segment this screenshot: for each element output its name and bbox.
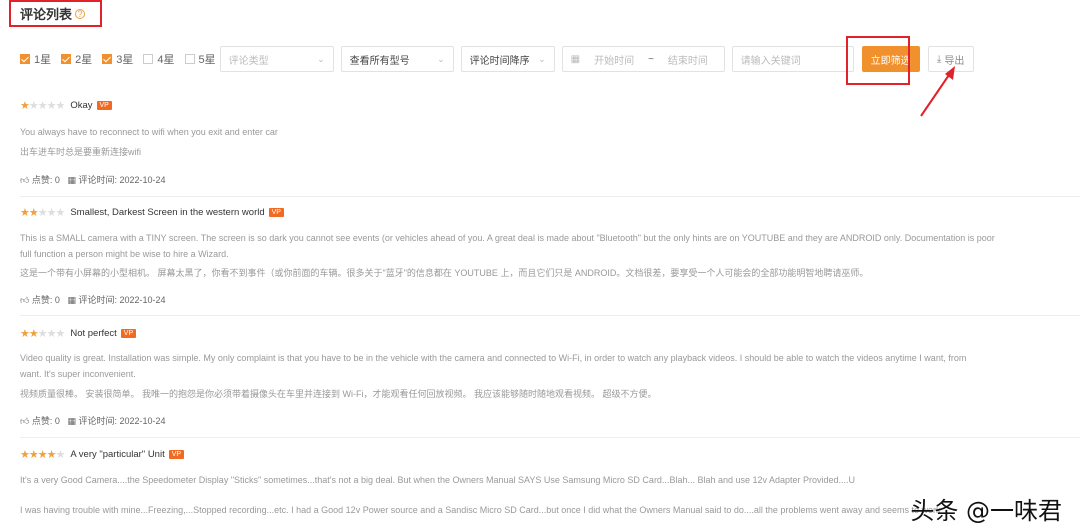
sort-select[interactable]: 评论时间降序 ⌄ xyxy=(460,46,555,72)
star-icon: ★★★ xyxy=(37,327,66,340)
review-text: full function a person might be wise to … xyxy=(20,249,229,259)
checkbox-icon xyxy=(20,54,30,64)
likes: 点赞: 0 xyxy=(31,175,60,185)
like-icon[interactable]: 👍︎ xyxy=(20,295,29,305)
checkbox-icon xyxy=(184,54,195,64)
label: 3星 xyxy=(116,54,134,66)
label: 5星 xyxy=(198,54,216,66)
vp-badge: VP xyxy=(268,207,284,217)
review-title: A very "particular" Unit xyxy=(70,448,165,460)
end-date[interactable]: 结束时间 xyxy=(668,52,708,67)
date-separator: ~ xyxy=(648,53,654,65)
star-icon: ★★★ xyxy=(37,206,66,219)
review-item: ★ ★★★★ Okay VP You always have to reconnect… xyxy=(20,99,1080,189)
chevron-down-icon: ⌄ xyxy=(317,53,325,64)
vp-badge: VP xyxy=(96,100,112,110)
likes: 点赞: 0 xyxy=(31,416,60,426)
star-filter-3[interactable]: 3星 xyxy=(102,51,133,67)
date-range-picker[interactable]: ▦ 开始时间 ~ 结束时间 xyxy=(561,46,725,72)
vp-badge: VP xyxy=(120,328,137,338)
review-text: This is a SMALL camera with a TINY scree… xyxy=(20,233,995,243)
annotation-box-title xyxy=(9,0,102,27)
checkbox-icon xyxy=(61,54,72,64)
vp-badge: VP xyxy=(168,449,185,459)
review-title: Not perfect xyxy=(70,327,117,339)
star-icon: ★★★★ xyxy=(28,99,65,112)
checkbox-icon xyxy=(143,54,154,64)
star-icon: ★ xyxy=(20,99,30,112)
placeholder: 评论类型 xyxy=(228,55,269,67)
review-title: Okay xyxy=(70,99,93,111)
review-time: 评论时间: 2022-10-24 xyxy=(78,295,166,305)
review-text: You always have to reconnect to wifi whe… xyxy=(20,127,278,137)
review-title: Smallest, Darkest Screen in the western … xyxy=(70,206,265,218)
label: 4星 xyxy=(157,54,175,66)
review-item: ★★ ★★★ Not perfect VP Video quality is grea… xyxy=(20,327,1080,427)
review-translation: 视频质量很棒。 安装很简单。 我唯一的抱怨是你必须带着摄像头在车里并连接到 Wi… xyxy=(20,389,657,399)
star-filter-4[interactable]: 4星 xyxy=(143,51,175,67)
calendar-icon: ▦ xyxy=(67,416,76,426)
start-date[interactable]: 开始时间 xyxy=(594,52,634,67)
review-text: It's a very Good Camera....the Speedomet… xyxy=(20,475,856,485)
divider xyxy=(20,196,1080,197)
star-icon: ★★ xyxy=(20,206,39,219)
model-select[interactable]: 查看所有型号 ⌄ xyxy=(340,46,454,72)
annotation-box-filter xyxy=(846,36,910,85)
review-type-select[interactable]: 评论类型 ⌄ xyxy=(219,46,334,72)
star-icon: ★★ xyxy=(20,327,39,340)
label: 1星 xyxy=(34,54,52,66)
star-filter-1[interactable]: 1星 xyxy=(20,51,51,67)
like-icon[interactable]: 👍︎ xyxy=(20,175,29,185)
likes: 点赞: 0 xyxy=(31,295,60,305)
review-item: ★★ ★★★ Smallest, Darkest Screen in the wes… xyxy=(20,206,1080,306)
review-time: 评论时间: 2022-10-24 xyxy=(78,175,166,185)
review-text: want. It's super inconvenient. xyxy=(20,369,136,379)
divider xyxy=(20,315,1080,316)
keyword-input[interactable]: 请输入关键词 xyxy=(731,46,854,72)
star-filter-5[interactable]: 5星 xyxy=(184,51,216,67)
star-icon: ★★★★ xyxy=(20,448,56,461)
chevron-down-icon: ⌄ xyxy=(538,53,546,64)
filter-bar: 1星 2星 3星 4星 5星 评论类型 ⌄ 查看所有型号 ⌄ 评论时间降序 ⌄ ▦ 开始… xyxy=(20,46,974,72)
watermark: 头条 @一味君 xyxy=(910,497,1062,525)
chevron-down-icon: ⌄ xyxy=(437,53,445,64)
star-filter-2[interactable]: 2星 xyxy=(61,51,92,67)
checkbox-icon xyxy=(102,54,113,64)
calendar-icon: ▦ xyxy=(67,175,76,185)
placeholder: 请输入关键词 xyxy=(740,55,801,67)
review-time: 评论时间: 2022-10-24 xyxy=(78,416,166,426)
divider xyxy=(20,437,1080,438)
star-icon: ★ xyxy=(55,448,65,461)
calendar-icon: ▦ xyxy=(67,295,76,305)
review-translation: 这是一个带有小屏幕的小型相机。 屏幕太黑了，你看不到事件（或你前面的车辆。很多关… xyxy=(20,268,869,278)
review-translation: 出车进车时总是要重新连接wifi xyxy=(20,147,141,157)
value: 查看所有型号 xyxy=(349,55,410,67)
label: 2星 xyxy=(75,54,93,66)
calendar-icon: ▦ xyxy=(570,53,581,65)
review-text: Video quality is great. Installation was… xyxy=(20,353,967,363)
value: 评论时间降序 xyxy=(469,55,530,67)
like-icon[interactable]: 👍︎ xyxy=(20,416,29,426)
